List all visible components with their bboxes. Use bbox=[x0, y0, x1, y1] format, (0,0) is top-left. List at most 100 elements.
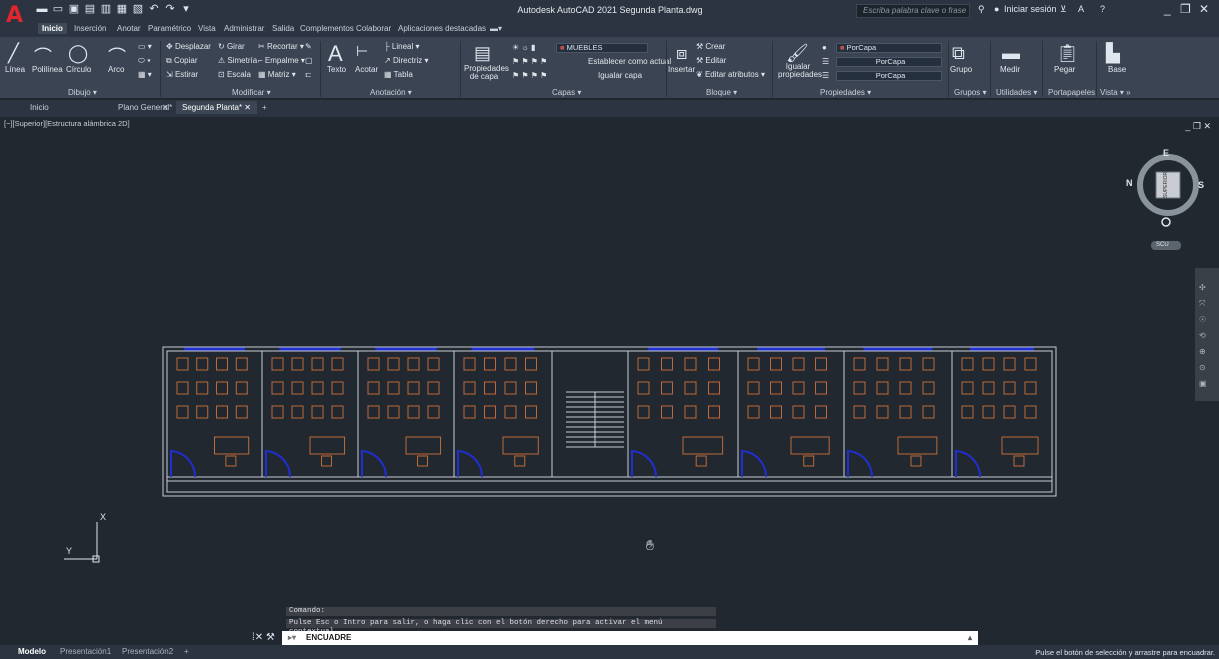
layer-properties-button[interactable]: Propiedades de capa bbox=[464, 65, 509, 81]
match-layer-button[interactable]: Igualar capa bbox=[598, 71, 642, 80]
save-as-icon[interactable]: ▤ bbox=[84, 4, 96, 15]
web-icon[interactable]: ▥ bbox=[100, 4, 112, 15]
dimension-button[interactable]: Acotar bbox=[355, 65, 378, 74]
offset-icon[interactable]: ⊏ bbox=[305, 70, 312, 79]
search-input[interactable]: Escriba palabra clave o frase bbox=[856, 4, 970, 18]
user-icon[interactable]: ● bbox=[994, 4, 999, 14]
panel-label-propiedades[interactable]: Propiedades ▾ bbox=[820, 88, 871, 97]
qat-dropdown-icon[interactable]: ▾ bbox=[180, 4, 192, 15]
redo-icon[interactable]: ↷ bbox=[164, 4, 176, 15]
panel-label-modificar[interactable]: Modificar ▾ bbox=[232, 88, 271, 97]
text-icon[interactable]: A bbox=[328, 41, 343, 67]
tab-aplicaciones[interactable]: Aplicaciones destacadas bbox=[398, 24, 486, 33]
close-icon[interactable]: ✕ bbox=[244, 103, 251, 112]
minimize-icon[interactable]: _ bbox=[1164, 2, 1171, 16]
file-tab-segunda-planta[interactable]: Segunda Planta* ✕ bbox=[176, 101, 257, 114]
cart-icon[interactable]: ⊻ bbox=[1060, 4, 1067, 15]
insert-button[interactable]: Insertar bbox=[668, 65, 695, 74]
paste-button[interactable]: Pegar bbox=[1054, 65, 1075, 74]
layer-state-icons[interactable]: ☀ ☼ ▮ bbox=[512, 43, 535, 52]
panel-label-bloque[interactable]: Bloque ▾ bbox=[706, 88, 737, 97]
set-current-button[interactable]: Establecer como actual bbox=[588, 57, 671, 66]
layer-tools-icons-2[interactable]: ⚑ ⚑ ⚑ ⚑ bbox=[512, 71, 547, 80]
ellipse-icon[interactable]: ⬭ ▾ bbox=[138, 56, 151, 66]
move-button[interactable]: ✥ Desplazar bbox=[166, 42, 211, 51]
restore-icon[interactable]: ❐ bbox=[1180, 2, 1191, 16]
color-dropdown[interactable]: ■ PorCapa bbox=[836, 43, 942, 53]
autodesk-icon[interactable]: A bbox=[1078, 4, 1084, 14]
new-tab-icon[interactable]: + bbox=[262, 103, 267, 112]
panel-label-vista[interactable]: Vista ▾ » bbox=[1100, 88, 1131, 97]
linetype-icon[interactable]: ☰ bbox=[822, 57, 829, 66]
panel-label-portapapeles[interactable]: Portapapeles bbox=[1048, 88, 1095, 97]
print-icon[interactable]: ▧ bbox=[132, 4, 144, 15]
create-block-button[interactable]: ⚒ Crear bbox=[696, 42, 725, 51]
linear-button[interactable]: ├ Lineal ▾ bbox=[384, 42, 419, 51]
lineweight-dropdown[interactable]: PorCapa bbox=[836, 71, 942, 81]
help-icon[interactable]: ? bbox=[1100, 4, 1105, 14]
trim-button[interactable]: ✂ Recortar ▾ bbox=[258, 42, 304, 51]
viewcube-top-label[interactable]: SUPERIOR bbox=[1163, 172, 1169, 198]
layer-tools-icons[interactable]: ⚑ ⚑ ⚑ ⚑ bbox=[512, 57, 547, 66]
command-history-toggle-icon[interactable]: ▴ bbox=[968, 631, 972, 645]
line-button[interactable]: Línea bbox=[5, 65, 25, 74]
measure-button[interactable]: Medir bbox=[1000, 65, 1020, 74]
panel-label-dibujo[interactable]: Dibujo ▾ bbox=[68, 88, 97, 97]
tab-insercion[interactable]: Inserción bbox=[74, 24, 106, 33]
tab-vista[interactable]: Vista bbox=[198, 24, 216, 33]
undo-icon[interactable]: ↶ bbox=[148, 4, 160, 15]
tab-salida[interactable]: Salida bbox=[272, 24, 294, 33]
match-properties-button[interactable]: Igualar propiedades bbox=[778, 63, 822, 79]
linetype-dropdown[interactable]: PorCapa bbox=[836, 57, 942, 67]
base-view-icon[interactable]: ▙ bbox=[1106, 43, 1120, 64]
command-input[interactable]: ▸▾ ENCUADRE ▴ bbox=[282, 631, 978, 645]
erase-icon[interactable]: ✎ bbox=[305, 42, 312, 51]
save-icon[interactable]: ▣ bbox=[68, 4, 80, 15]
leader-button[interactable]: ↗ Directriz ▾ bbox=[384, 56, 429, 65]
edit-attributes-button[interactable]: ❦ Editar atributos ▾ bbox=[696, 70, 765, 79]
text-button[interactable]: Texto bbox=[327, 65, 346, 74]
mirror-button[interactable]: ⚠ Simetría bbox=[218, 56, 257, 65]
layer-dropdown[interactable]: ■ MUEBLES bbox=[556, 43, 648, 53]
group-button[interactable]: Grupo bbox=[950, 65, 972, 74]
nav-bar-tools-icon[interactable]: ✣ ⤧ ☉ ⟲ ⊕ ⊙ ▣ bbox=[1199, 280, 1207, 392]
fillet-button[interactable]: ⌐ Empalme ▾ bbox=[258, 56, 305, 65]
rectangle-icon[interactable]: ▭ ▾ bbox=[138, 42, 152, 51]
ribbon-options-icon[interactable]: ▬▾ bbox=[490, 24, 502, 33]
layout-tab-presentacion1[interactable]: Presentación1 bbox=[60, 647, 111, 656]
viewcube-south-label[interactable]: S bbox=[1198, 180, 1204, 190]
panel-label-grupos[interactable]: Grupos ▾ bbox=[954, 88, 986, 97]
circle-button[interactable]: Círculo bbox=[66, 65, 91, 74]
panel-label-anotacion[interactable]: Anotación ▾ bbox=[370, 88, 412, 97]
polyline-button[interactable]: Polilínea bbox=[32, 65, 63, 74]
panel-label-capas[interactable]: Capas ▾ bbox=[552, 88, 581, 97]
layout-tab-modelo[interactable]: Modelo bbox=[18, 647, 46, 656]
stretch-button[interactable]: ⇲ Estirar bbox=[166, 70, 198, 79]
array-button[interactable]: ▦ Matriz ▾ bbox=[258, 70, 296, 79]
insert-block-icon[interactable]: ⧈ bbox=[676, 43, 687, 64]
circle-icon[interactable]: ◯ bbox=[68, 43, 88, 64]
open-icon[interactable]: ▭ bbox=[52, 4, 64, 15]
copy-button[interactable]: ⧉ Copiar bbox=[166, 56, 198, 66]
edit-block-button[interactable]: ⚒ Editar bbox=[696, 56, 726, 65]
group-icon[interactable]: ⧉ bbox=[952, 43, 965, 64]
line-icon[interactable]: ╱ bbox=[8, 43, 19, 64]
binoculars-icon[interactable]: ⚲ bbox=[978, 4, 985, 15]
tab-complementos[interactable]: Complementos bbox=[300, 24, 354, 33]
layout-tab-presentacion2[interactable]: Presentación2 bbox=[122, 647, 173, 656]
explode-icon[interactable]: ▢ bbox=[305, 56, 313, 65]
viewport-controls-icon[interactable]: _ ❐ ✕ bbox=[1185, 121, 1211, 132]
lineweight-icon[interactable]: ☰ bbox=[822, 71, 829, 80]
tab-anotar[interactable]: Anotar bbox=[117, 24, 141, 33]
viewport-label[interactable]: [−][Superior][Estructura alámbrica 2D] bbox=[4, 119, 130, 128]
arc-button[interactable]: Arco bbox=[108, 65, 124, 74]
wcs-menu[interactable]: SCU bbox=[1156, 242, 1169, 248]
signin-link[interactable]: Iniciar sesión bbox=[1004, 4, 1057, 14]
hatch-icon[interactable]: ▦ ▾ bbox=[138, 70, 152, 79]
viewcube-east-label[interactable]: E bbox=[1163, 148, 1169, 158]
add-layout-icon[interactable]: + bbox=[184, 647, 189, 656]
measure-icon[interactable]: ▬ bbox=[1002, 43, 1020, 64]
tab-administrar[interactable]: Administrar bbox=[224, 24, 264, 33]
new-icon[interactable]: ▬ bbox=[36, 4, 48, 15]
dimension-icon[interactable]: ⊢ bbox=[356, 43, 368, 60]
